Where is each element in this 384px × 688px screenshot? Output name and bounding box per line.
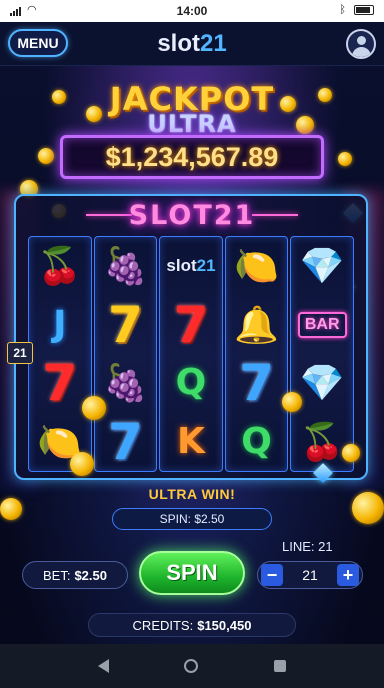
seven-symbol: 7: [107, 412, 143, 471]
logo-symbol-slot: slot: [166, 256, 197, 276]
coin-icon: [38, 148, 54, 164]
reel-cell: slot21: [160, 237, 222, 296]
line-value: 21: [302, 567, 318, 583]
user-icon-head: [357, 36, 366, 45]
reel-cell: 7: [226, 354, 288, 413]
lemon-symbol: 🍋: [234, 245, 279, 287]
recent-apps-icon[interactable]: [274, 660, 287, 672]
seven-symbol: 7: [239, 354, 274, 413]
reel-cell: Q: [226, 413, 288, 472]
app-logo: slot21: [0, 30, 384, 58]
logo-text-21: 21: [199, 30, 227, 57]
reel-3: slot21 7 Q K: [159, 236, 223, 472]
line-stepper: − 21 +: [257, 561, 363, 589]
cherries-symbol: 🍒: [37, 245, 83, 287]
credits-display: CREDITS: $150,450: [88, 613, 296, 637]
reel-2: 🍇 7 🍇 7: [93, 236, 158, 472]
reel-cell: 🍇: [95, 237, 157, 296]
battery-icon: [354, 5, 374, 15]
letter-symbol: Q: [241, 420, 272, 462]
logo-symbol-21: 21: [196, 256, 216, 276]
reel-cell: 7: [95, 413, 157, 472]
system-nav-bar: [0, 644, 384, 688]
logo-symbol: slot21: [166, 256, 215, 276]
payline-marker: 21: [7, 342, 33, 364]
bet-label: BET:: [42, 567, 71, 583]
reel-4: 🍋 🔔 7 Q: [224, 236, 289, 472]
reel-1: 🍒 J 7 🍋: [28, 236, 92, 472]
coin-icon: [70, 452, 94, 476]
reel-cell: 🍋: [226, 237, 288, 296]
seven-symbol: 7: [173, 295, 209, 354]
reel-cell: BAR: [291, 296, 353, 355]
status-bar: ◠ 14:00 ᛒ: [0, 0, 384, 22]
credits-value: $150,450: [197, 617, 252, 633]
app-header: MENU slot21: [0, 22, 384, 66]
line-increase-button[interactable]: +: [336, 564, 359, 586]
spin-amount: SPIN: $2.50: [112, 508, 272, 530]
coin-icon: [282, 392, 302, 412]
diamond-symbol: 💎: [299, 362, 345, 404]
bluetooth-icon: ᛒ: [339, 4, 346, 16]
jackpot-subtitle: ULTRA: [147, 110, 237, 138]
coin-icon: [82, 396, 106, 420]
letter-symbol: K: [177, 420, 205, 462]
profile-button[interactable]: [346, 29, 376, 59]
home-icon[interactable]: [184, 659, 199, 673]
status-right: ᛒ: [339, 4, 374, 16]
grapes-symbol: 🍇: [102, 245, 148, 287]
bet-value: $2.50: [74, 567, 107, 583]
win-label: ULTRA WIN!: [148, 486, 236, 502]
clock: 14:00: [176, 4, 208, 18]
reel-cell: 7: [160, 296, 222, 355]
reel-cell: 7: [29, 354, 91, 413]
bell-symbol: 🔔: [234, 303, 279, 345]
back-icon[interactable]: [97, 659, 109, 673]
letter-symbol: Q: [175, 362, 207, 404]
reel-cell: 🍒: [29, 237, 91, 296]
seven-symbol: 7: [107, 295, 143, 354]
logo-text-slot: slot: [157, 30, 200, 57]
spin-button[interactable]: SPIN: [139, 551, 245, 595]
line-decrease-button[interactable]: −: [261, 564, 283, 586]
diamond-symbol: 💎: [299, 245, 345, 287]
machine-title: SLOT21: [128, 200, 256, 231]
grapes-symbol: 🍇: [102, 362, 148, 404]
user-icon-body: [352, 47, 371, 57]
coin-icon: [342, 444, 360, 462]
bar-symbol: BAR: [297, 311, 347, 338]
coin-icon: [338, 152, 352, 166]
bet-display[interactable]: BET: $2.50: [22, 561, 128, 589]
jackpot-amount: $1,234,567.89: [60, 135, 324, 179]
letter-symbol: J: [53, 303, 67, 345]
reel-cell: K: [160, 413, 222, 472]
line-label: LINE: 21: [282, 539, 333, 554]
cherries-symbol: 🍒: [299, 420, 345, 462]
reel-cell: 💎: [291, 237, 353, 296]
reel-cell: 🔔: [226, 296, 288, 355]
reels-grid: 🍒 J 7 🍋 🍇 7 🍇 7 slot21 7 Q K 🍋 🔔 7 Q 💎 BAR 💎 🍒: [28, 236, 354, 472]
reel-cell: J: [29, 296, 91, 355]
reel-cell: 7: [95, 296, 157, 355]
reel-cell: Q: [160, 354, 222, 413]
reel-5: 💎 BAR 💎 🍒: [290, 236, 354, 472]
credits-label: CREDITS:: [132, 617, 194, 633]
seven-symbol: 7: [42, 354, 78, 413]
